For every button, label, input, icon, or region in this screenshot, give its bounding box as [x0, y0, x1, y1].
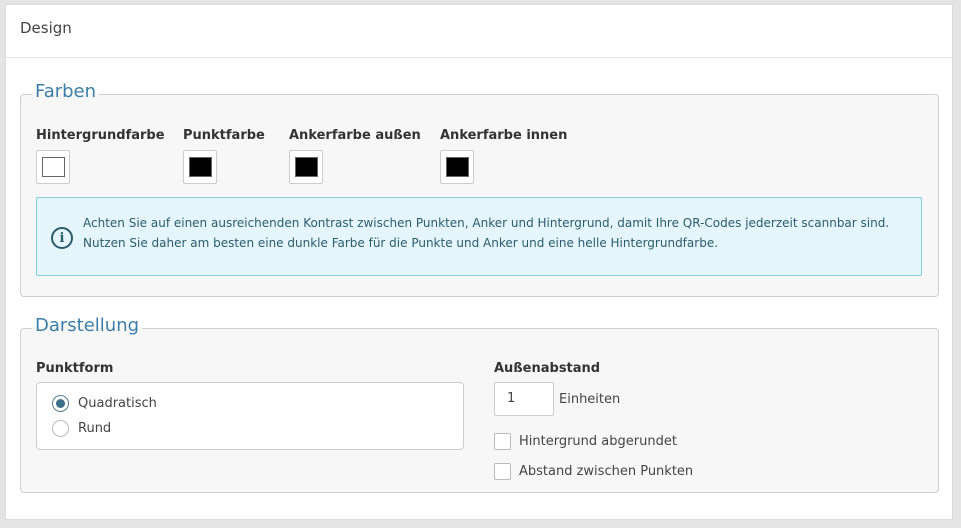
info-line-2: Nutzen Sie daher am besten eine dunkle F…: [83, 236, 719, 250]
checkbox-box[interactable]: [494, 463, 511, 480]
checkbox-hintergrund-label: Hintergrund abgerundet: [519, 434, 677, 449]
anchor-outer-color-picker[interactable]: [289, 150, 323, 184]
info-circle-icon: i: [51, 227, 73, 249]
anchor-outer-color-field: Ankerfarbe außen: [289, 128, 421, 184]
info-line-1: Achten Sie auf einen ausreichenden Kontr…: [83, 216, 890, 230]
background-color-label: Hintergrundfarbe: [36, 128, 165, 143]
aussenabstand-input[interactable]: 1: [494, 382, 554, 416]
anchor-inner-color-label: Ankerfarbe innen: [440, 128, 568, 143]
checkbox-box[interactable]: [494, 433, 511, 450]
checkbox-abstand-zwischen-punkten[interactable]: Abstand zwischen Punkten: [494, 463, 693, 480]
dot-color-field: Punktfarbe: [183, 128, 265, 184]
aussenabstand-label: Außenabstand: [494, 361, 601, 376]
dot-color-picker[interactable]: [183, 150, 217, 184]
darstellung-legend: Darstellung: [32, 315, 143, 336]
contrast-info-alert: i Achten Sie auf einen ausreichenden Kon…: [36, 197, 922, 276]
checkbox-abstand-label: Abstand zwischen Punkten: [519, 464, 694, 479]
design-panel: Design Farben Hintergrundfarbe Punktfarb…: [5, 4, 953, 520]
anchor-inner-color-swatch: [446, 157, 469, 177]
anchor-inner-color-picker[interactable]: [440, 150, 474, 184]
anchor-outer-color-swatch: [295, 157, 318, 177]
radio-button-unchecked[interactable]: [52, 420, 69, 437]
anchor-outer-color-label: Ankerfarbe außen: [289, 128, 421, 143]
background-color-swatch: [42, 157, 65, 177]
checkbox-hintergrund-abgerundet[interactable]: Hintergrund abgerundet: [494, 433, 677, 450]
radio-quadratisch[interactable]: Quadratisch: [52, 395, 157, 412]
radio-rund[interactable]: Rund: [52, 420, 111, 437]
punktform-label: Punktform: [36, 361, 114, 376]
background-color-field: Hintergrundfarbe: [36, 128, 165, 184]
background-color-picker[interactable]: [36, 150, 70, 184]
punktform-radio-group: Quadratisch Rund: [36, 382, 464, 450]
farben-legend: Farben: [32, 81, 100, 102]
darstellung-fieldset: Darstellung Punktform Quadratisch Rund A…: [20, 315, 939, 493]
radio-button-checked[interactable]: [52, 395, 69, 412]
dot-color-label: Punktfarbe: [183, 128, 265, 143]
radio-quadratisch-label: Quadratisch: [78, 396, 157, 411]
radio-rund-label: Rund: [78, 421, 112, 436]
panel-title: Design: [6, 5, 952, 58]
aussenabstand-unit: Einheiten: [559, 392, 621, 407]
dot-color-swatch: [189, 157, 212, 177]
farben-fieldset: Farben Hintergrundfarbe Punktfarbe Anker…: [20, 81, 939, 297]
anchor-inner-color-field: Ankerfarbe innen: [440, 128, 568, 184]
info-text: Achten Sie auf einen ausreichenden Kontr…: [83, 213, 909, 253]
